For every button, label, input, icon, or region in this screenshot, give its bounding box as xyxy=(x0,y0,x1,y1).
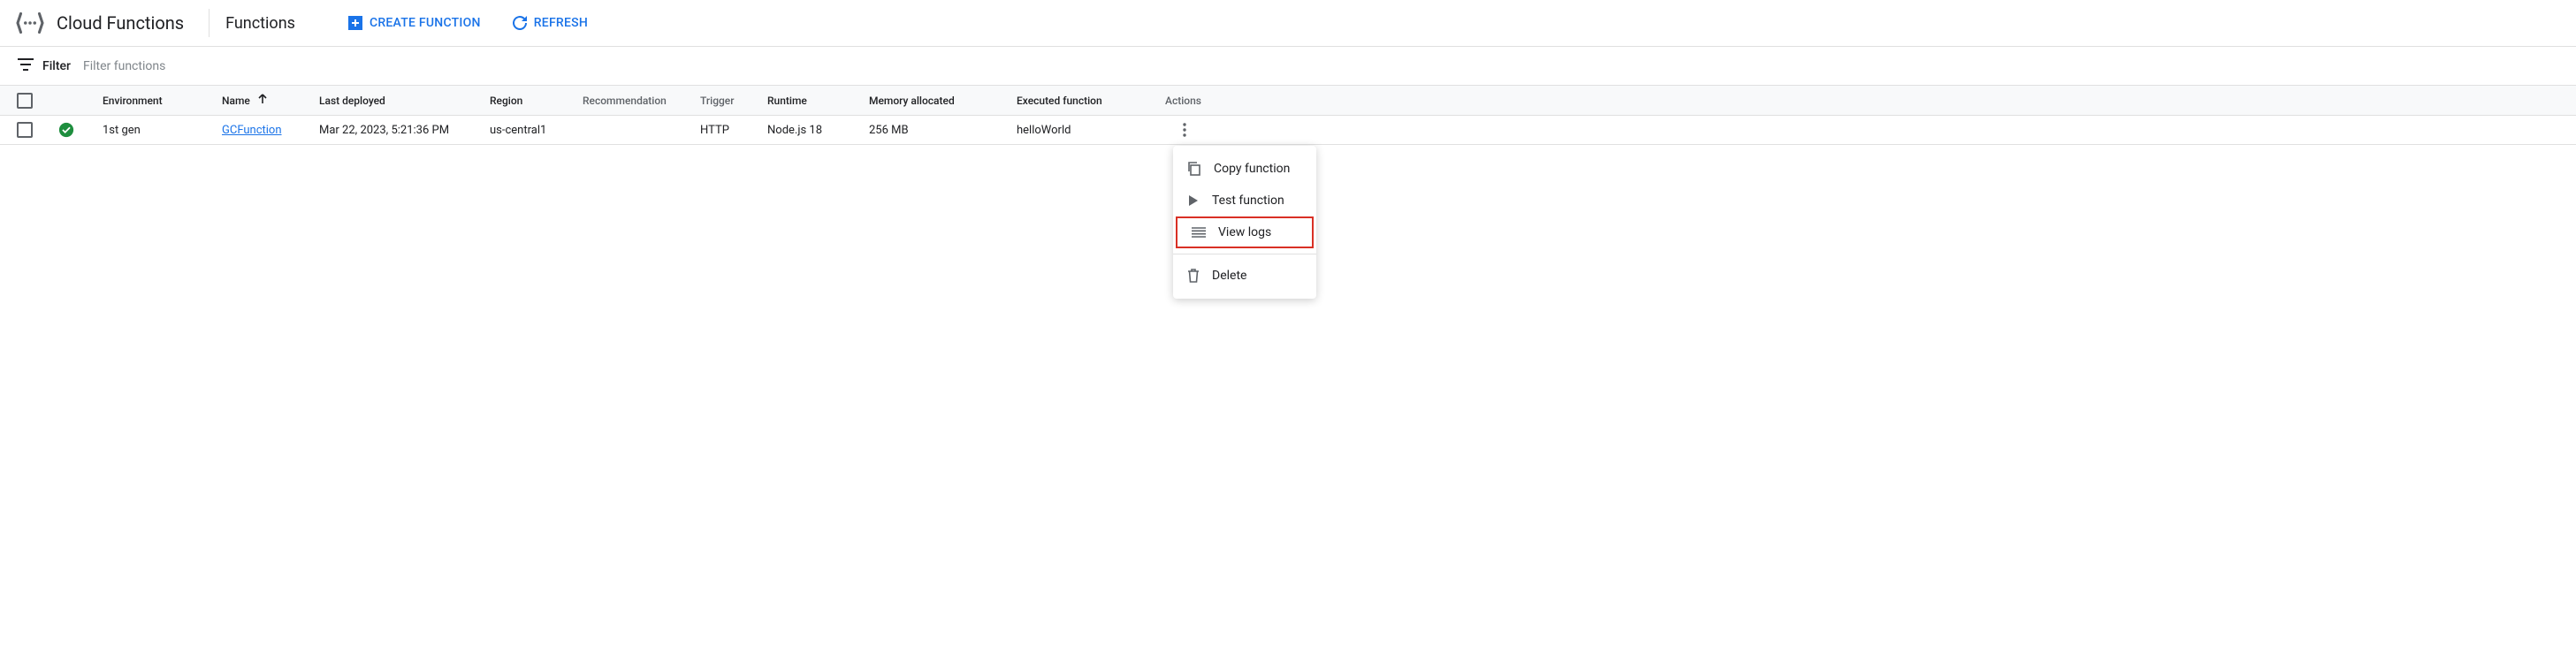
header-bar: Cloud Functions Functions Create Functio… xyxy=(0,0,2576,47)
filter-icon xyxy=(18,58,34,74)
cell-last-deployed: Mar 22, 2023, 5:21:36 PM xyxy=(319,124,490,137)
menu-label: Test function xyxy=(1212,194,1284,208)
product-title: Cloud Functions xyxy=(57,12,209,34)
header-divider xyxy=(209,9,210,37)
menu-item-test-function[interactable]: Test function xyxy=(1173,185,1316,216)
column-header-executed[interactable]: Executed function xyxy=(1017,95,1165,107)
column-header-name[interactable]: Name xyxy=(222,94,319,107)
filter-bar: Filter xyxy=(0,47,2576,86)
functions-table: Environment Name Last deployed Region Re… xyxy=(0,86,2576,145)
cell-environment: 1st gen xyxy=(99,124,222,137)
sort-ascending-icon xyxy=(257,94,268,107)
column-header-recommendation[interactable]: Recommendation xyxy=(583,95,700,107)
refresh-label: Refresh xyxy=(534,16,588,30)
cell-executed: helloWorld xyxy=(1017,124,1165,137)
trash-icon xyxy=(1187,269,1200,283)
menu-item-view-logs[interactable]: View logs xyxy=(1176,216,1314,248)
cell-region: us-central1 xyxy=(490,124,583,137)
status-ok-icon xyxy=(58,122,74,138)
cell-trigger: HTTP xyxy=(700,124,767,137)
column-header-environment[interactable]: Environment xyxy=(99,95,222,107)
product-logo-icon xyxy=(14,7,46,39)
refresh-icon xyxy=(513,16,527,30)
column-header-region[interactable]: Region xyxy=(490,95,583,107)
copy-icon xyxy=(1187,162,1201,176)
menu-label: Copy function xyxy=(1214,162,1290,176)
menu-item-copy-function[interactable]: Copy function xyxy=(1173,153,1316,185)
menu-label: View logs xyxy=(1218,225,1271,239)
create-function-label: Create Function xyxy=(370,16,481,30)
table-header-row: Environment Name Last deployed Region Re… xyxy=(0,86,2576,116)
row-checkbox[interactable] xyxy=(17,122,33,138)
select-all-checkbox[interactable] xyxy=(17,93,33,109)
cell-memory: 256 MB xyxy=(869,124,1017,137)
actions-menu: Copy function Test function View logs De… xyxy=(1173,146,1316,299)
column-header-actions: Actions xyxy=(1165,95,1227,107)
page-title: Functions xyxy=(225,14,295,33)
refresh-button[interactable]: Refresh xyxy=(502,9,598,37)
more-vert-icon xyxy=(1183,123,1186,137)
filter-input[interactable] xyxy=(83,59,2558,73)
function-name-link[interactable]: GCFunction xyxy=(222,124,282,137)
column-header-memory[interactable]: Memory allocated xyxy=(869,95,1017,107)
create-function-button[interactable]: Create Function xyxy=(338,9,492,37)
column-header-runtime[interactable]: Runtime xyxy=(767,95,869,107)
logs-icon xyxy=(1192,227,1206,238)
filter-label: Filter xyxy=(42,59,71,73)
play-icon xyxy=(1187,194,1200,207)
plus-icon xyxy=(348,16,362,30)
table-row: 1st gen GCFunction Mar 22, 2023, 5:21:36… xyxy=(0,116,2576,145)
menu-item-delete[interactable]: Delete xyxy=(1173,260,1316,292)
cell-runtime: Node.js 18 xyxy=(767,124,869,137)
column-header-trigger[interactable]: Trigger xyxy=(700,95,767,107)
menu-label: Delete xyxy=(1212,269,1246,283)
column-header-last-deployed[interactable]: Last deployed xyxy=(319,95,490,107)
row-actions-button[interactable] xyxy=(1174,119,1195,140)
